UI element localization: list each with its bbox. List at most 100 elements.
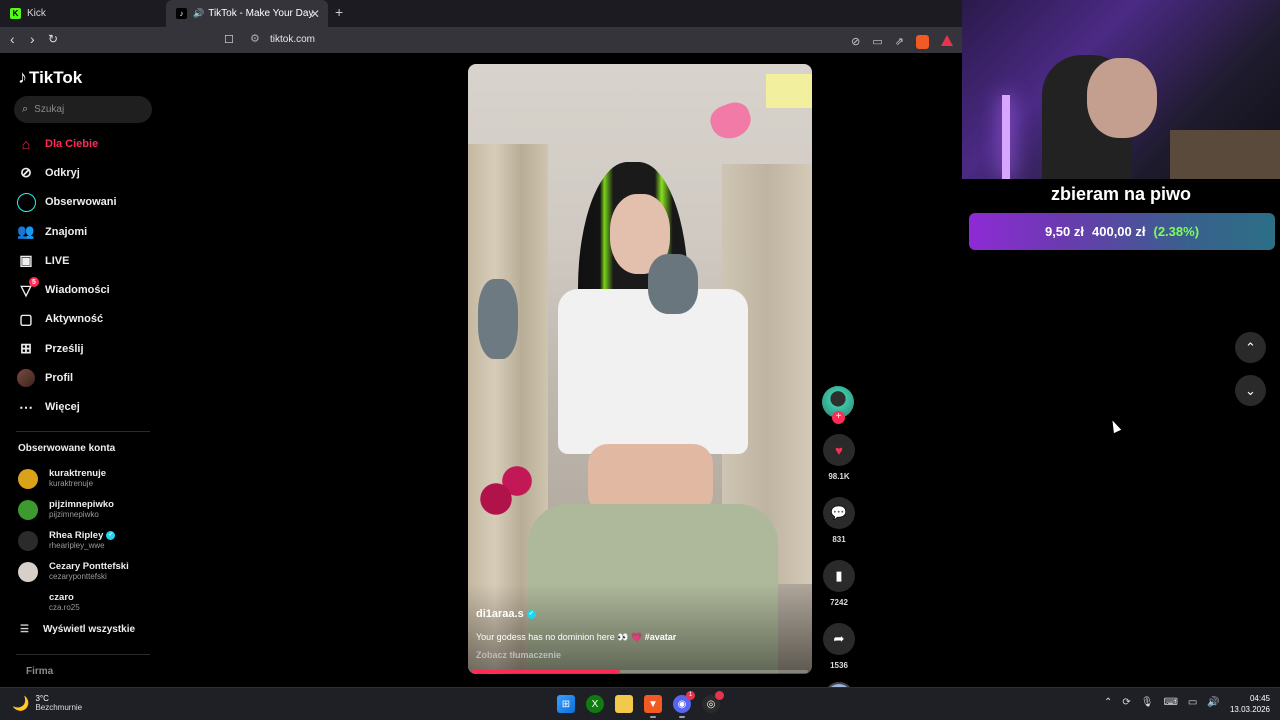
- bookmark-icon[interactable]: ☐: [224, 33, 234, 46]
- sidebar-item-explore[interactable]: ⊘ Odkryj: [16, 158, 166, 187]
- display-icon[interactable]: ▭: [1188, 697, 1197, 708]
- video-scene: [558, 289, 748, 454]
- list-icon: ☰: [20, 624, 29, 635]
- search-box[interactable]: ⌕: [14, 96, 152, 123]
- search-icon: ⌕: [22, 103, 29, 115]
- video-player[interactable]: [468, 64, 812, 674]
- back-icon[interactable]: ‹: [10, 31, 15, 47]
- chevron-up-icon[interactable]: ⌃: [1104, 697, 1112, 708]
- donation-goal-bar: 9,50 zł 400,00 zł (2.38%): [969, 213, 1275, 250]
- mouse-cursor-icon: [1108, 418, 1122, 434]
- followed-account[interactable]: kuraktrenuje kuraktrenuje: [18, 463, 158, 494]
- tab-kick[interactable]: K Kick: [0, 0, 166, 27]
- sidebar-item-friends[interactable]: 👥 Znajomi: [16, 217, 166, 246]
- sidebar-item-messages[interactable]: ▽ 5 Wiadomości: [16, 275, 166, 304]
- following-icon: [16, 192, 36, 212]
- tiktok-logo[interactable]: ♪ TikTok: [18, 67, 82, 88]
- followed-account[interactable]: czaro cza.ro25: [18, 587, 158, 618]
- webcam-scene: [1170, 130, 1280, 179]
- like-count: 98.1K: [828, 472, 850, 481]
- sidebar-item-following[interactable]: Obserwowani: [16, 188, 166, 217]
- speaker-icon[interactable]: 🔊: [193, 8, 204, 19]
- microphone-icon[interactable]: 🎙: [1141, 697, 1154, 708]
- browser-tab-bar: K Kick ♪ 🔊 TikTok - Make Your Day ✕ +: [0, 0, 962, 27]
- video-shade: [468, 584, 812, 674]
- next-video-button[interactable]: ⌄: [1235, 375, 1266, 406]
- sidebar-item-upload[interactable]: ⊞ Prześlij: [16, 334, 166, 363]
- video-scene: [648, 254, 698, 314]
- show-all-button[interactable]: ☰ Wyświetl wszystkie: [20, 624, 135, 635]
- brave-shields-icon[interactable]: [916, 35, 929, 49]
- moon-icon: 🌙: [12, 694, 30, 711]
- brave-rewards-icon[interactable]: [941, 35, 953, 46]
- compass-icon: ⊘: [20, 164, 32, 181]
- previous-video-button[interactable]: ⌃: [1235, 332, 1266, 363]
- forward-icon[interactable]: ›: [30, 31, 35, 47]
- followed-account[interactable]: Cezary Ponttefski cezaryponttefski: [18, 556, 158, 587]
- weather-desc: Bezchmurnie: [35, 703, 83, 712]
- comment-count: 831: [832, 535, 846, 544]
- footer-link-company[interactable]: Firma: [26, 666, 53, 677]
- new-tab-icon[interactable]: +: [335, 4, 343, 20]
- close-tab-icon[interactable]: ✕: [310, 7, 320, 21]
- address-bar[interactable]: ⚙ tiktok.com ⊘ ▭ ⇗: [244, 30, 959, 50]
- weather-temp: 3°C: [35, 694, 49, 703]
- brave-browser-icon[interactable]: ▼: [644, 695, 662, 718]
- sidebar-item-live[interactable]: ▣ LIVE: [16, 246, 166, 275]
- creator-avatar[interactable]: +: [822, 386, 854, 424]
- live-icon: ▣: [19, 252, 33, 269]
- share-icon[interactable]: ⇗: [895, 35, 904, 49]
- follow-plus-icon[interactable]: +: [832, 411, 845, 424]
- chevron-up-icon: ⌃: [1245, 339, 1256, 355]
- share-action: ➦ 1536: [822, 623, 856, 670]
- windows-taskbar: 🌙 3°C Bezchmurnie ⊞ X ▼ ◉ 1 ◎ ⌃ ⟳ 🎙 ⌨ ▭ 🔊…: [0, 687, 1280, 720]
- sidebar-item-more[interactable]: ⋯ Więcej: [16, 393, 166, 422]
- site-info-icon[interactable]: ⚙: [250, 32, 260, 45]
- chevron-down-icon: ⌄: [1245, 382, 1256, 398]
- avatar: [18, 592, 38, 613]
- see-translation-link[interactable]: Zobacz tłumaczenie: [476, 650, 561, 660]
- reload-icon[interactable]: ↻: [48, 32, 58, 46]
- sidebar-nav: ⌂ Dla Ciebie ⊘ Odkryj Obserwowani 👥 Znaj…: [16, 129, 166, 422]
- video-progress-bar[interactable]: [472, 670, 808, 673]
- home-icon: ⌂: [21, 135, 31, 152]
- taskbar-clock[interactable]: 04:45 13.03.2026: [1226, 693, 1270, 715]
- hashtag-link[interactable]: #avatar: [642, 632, 677, 642]
- tab-tiktok[interactable]: ♪ 🔊 TikTok - Make Your Day ✕: [166, 0, 328, 27]
- sidebar-item-profile[interactable]: Profil: [16, 363, 166, 392]
- sidebar-item-activity[interactable]: ▢ Aktywność: [16, 305, 166, 334]
- followed-account[interactable]: pijzimnepiwko pijzimnepiwko: [18, 494, 158, 525]
- volume-icon[interactable]: 🔊: [1207, 697, 1219, 708]
- video-scene: [478, 279, 518, 359]
- friends-icon: 👥: [17, 223, 35, 240]
- comment-icon[interactable]: 💬: [823, 497, 855, 529]
- sidebar-item-for-you[interactable]: ⌂ Dla Ciebie: [16, 129, 166, 158]
- obs-icon[interactable]: ◎: [702, 691, 724, 713]
- sidebar-divider: [16, 431, 150, 432]
- share-count: 1536: [830, 661, 848, 670]
- windows-start-icon[interactable]: ⊞: [557, 695, 575, 713]
- comment-action: 💬 831: [822, 497, 856, 544]
- share-arrow-icon[interactable]: ➦: [823, 623, 855, 655]
- weather-widget[interactable]: 🌙 3°C Bezchmurnie: [12, 694, 82, 712]
- more-icon: ⋯: [19, 398, 33, 415]
- followed-account[interactable]: Rhea Ripley ✓ rhearipley_wwe: [18, 525, 158, 556]
- tab-title: TikTok - Make Your Day: [208, 8, 314, 19]
- tiktok-page: ♪ TikTok ⌕ ⌂ Dla Ciebie ⊘ Odkryj Obserwo…: [0, 53, 962, 712]
- tiktok-favicon-icon: ♪: [176, 8, 187, 19]
- bookmark-icon[interactable]: ▮: [823, 560, 855, 592]
- donation-goal-title: zbieram na piwo: [1050, 184, 1192, 204]
- sync-icon[interactable]: ⟳: [1122, 697, 1130, 708]
- tiktok-logo-icon: ♪: [18, 67, 27, 87]
- heart-icon[interactable]: ♥: [823, 434, 855, 466]
- search-input[interactable]: [34, 104, 135, 115]
- discord-icon[interactable]: ◉ 1: [673, 691, 695, 718]
- mute-icon[interactable]: ⊘: [851, 35, 860, 49]
- keyboard-icon[interactable]: ⌨: [1163, 697, 1177, 708]
- cast-icon[interactable]: ▭: [872, 35, 882, 49]
- save-action: ▮ 7242: [822, 560, 856, 607]
- xbox-icon[interactable]: X: [586, 695, 604, 713]
- video-author[interactable]: di1araa.s ✓: [476, 608, 536, 620]
- file-explorer-icon[interactable]: [615, 695, 633, 713]
- tab-title: Kick: [27, 8, 46, 19]
